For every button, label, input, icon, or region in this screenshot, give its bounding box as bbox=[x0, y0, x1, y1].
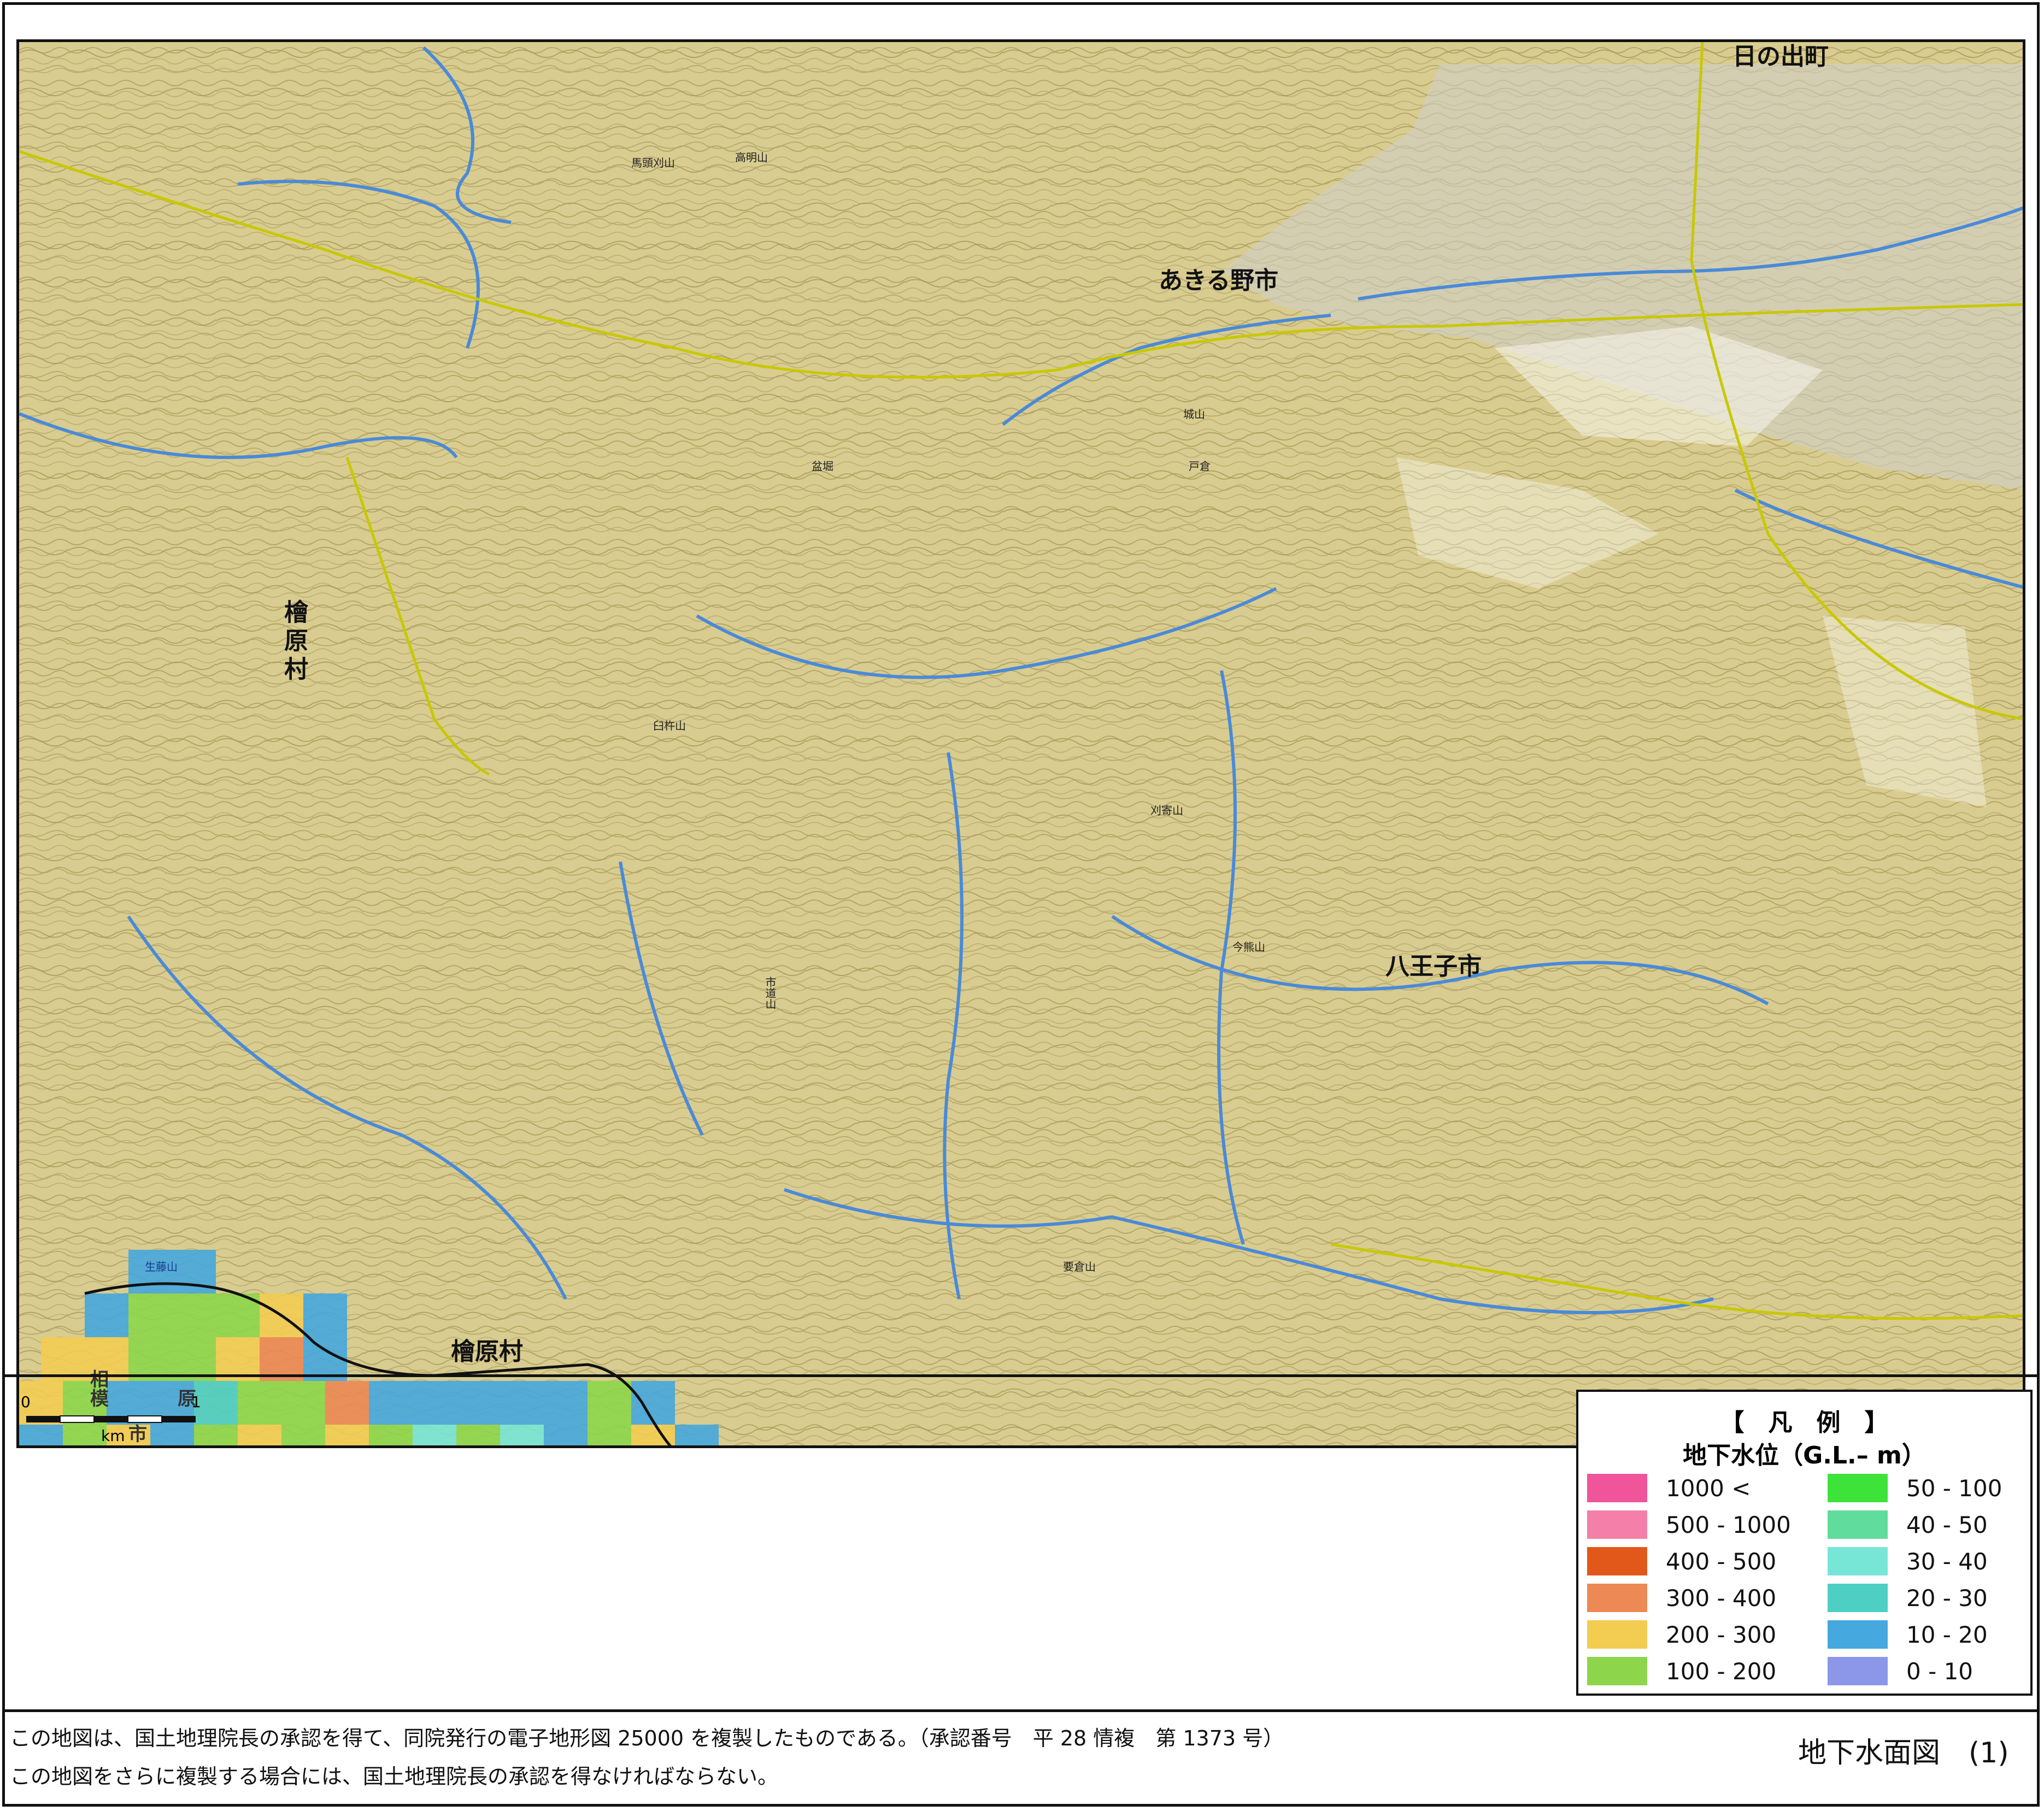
legend-item: 500 - 1000 bbox=[1587, 1510, 1791, 1539]
legend-swatch bbox=[1587, 1547, 1647, 1575]
scale-start: 0 bbox=[21, 1393, 31, 1411]
legend-label: 100 - 200 bbox=[1666, 1657, 1777, 1685]
legend-label: 0 - 10 bbox=[1906, 1657, 1973, 1685]
legend-label: 400 - 500 bbox=[1666, 1548, 1777, 1575]
legend-swatch bbox=[1828, 1474, 1888, 1502]
legend-swatch bbox=[1587, 1657, 1647, 1685]
mountain-label: 戸倉 bbox=[1189, 460, 1211, 473]
mountain-label: 臼杵山 bbox=[653, 719, 686, 732]
legend-subtitle: 地下水位（G.L.– m） bbox=[1683, 1442, 1926, 1469]
place-hinohara-south: 檜原村 bbox=[451, 1338, 523, 1366]
legend-item: 30 - 40 bbox=[1828, 1547, 1988, 1575]
legend-item: 100 - 200 bbox=[1587, 1657, 1776, 1685]
mountain-label: 城山 bbox=[1183, 408, 1205, 421]
legend-item: 0 - 10 bbox=[1828, 1657, 1973, 1685]
legend: 【 凡 例 】 地下水位（G.L.– m） 1000 < 500 - 1000 40… bbox=[1576, 1390, 2033, 1696]
legend-item: 10 - 20 bbox=[1828, 1620, 1988, 1649]
legend-swatch bbox=[1828, 1584, 1888, 1612]
scale-bar: 0 1 km bbox=[11, 1393, 208, 1451]
map-divider-line bbox=[4, 1374, 2040, 1377]
mountain-label: 今熊山 bbox=[1232, 940, 1265, 954]
legend-item: 200 - 300 bbox=[1587, 1620, 1776, 1649]
legend-item: 400 - 500 bbox=[1587, 1547, 1776, 1575]
legend-swatch bbox=[1828, 1620, 1888, 1649]
legend-label: 10 - 20 bbox=[1906, 1621, 1988, 1648]
mountain-label: 馬頭刈山 bbox=[631, 156, 675, 169]
legend-item: 40 - 50 bbox=[1828, 1510, 1988, 1539]
legend-swatch bbox=[1828, 1510, 1888, 1539]
mountain-label: 要倉山 bbox=[1063, 1260, 1096, 1273]
legend-item: 20 - 30 bbox=[1828, 1584, 1988, 1612]
reproduction-note: この地図をさらに複製する場合には、国土地理院長の承認を得なければならない。 bbox=[10, 1765, 779, 1789]
copyright-note: この地図は、国土地理院長の承認を得て、同院発行の電子地形図 25000 を複製し… bbox=[10, 1726, 1284, 1750]
legend-item: 300 - 400 bbox=[1587, 1584, 1776, 1612]
place-sagamihara-2: 模 bbox=[90, 1388, 109, 1410]
mountain-label: 刈寄山 bbox=[1150, 804, 1183, 817]
legend-swatch bbox=[1587, 1620, 1647, 1649]
legend-label: 50 - 100 bbox=[1906, 1474, 2002, 1502]
legend-label: 200 - 300 bbox=[1666, 1621, 1777, 1648]
footer-divider bbox=[5, 1709, 2039, 1712]
figure-title: 地下水面図 (1) bbox=[1798, 1737, 2009, 1769]
legend-item: 50 - 100 bbox=[1828, 1474, 2002, 1502]
legend-label: 500 - 1000 bbox=[1666, 1511, 1791, 1538]
legend-label: 40 - 50 bbox=[1906, 1511, 1988, 1538]
place-hinode: 日の出町 bbox=[1732, 43, 1829, 70]
place-hinohara: 檜原村 bbox=[280, 599, 308, 685]
topographic-map[interactable]: 日の出町 あきる野市 檜原村 檜原村 八王子市 相 模 原 市 馬頭刈山 高明山… bbox=[16, 39, 2025, 1448]
place-akiruno: あきる野市 bbox=[1159, 267, 1279, 295]
map-canvas bbox=[19, 42, 2023, 1445]
mountain-label: 市道山 bbox=[763, 977, 777, 1009]
legend-title: 【 凡 例 】 bbox=[1720, 1409, 1889, 1437]
legend-label: 30 - 40 bbox=[1906, 1548, 1988, 1575]
legend-label: 300 - 400 bbox=[1666, 1584, 1777, 1612]
legend-swatch bbox=[1587, 1584, 1647, 1612]
legend-swatch bbox=[1828, 1657, 1888, 1685]
legend-label: 1000 < bbox=[1666, 1474, 1751, 1502]
mountain-label: 盆堀 bbox=[812, 460, 833, 473]
mountain-label: 高明山 bbox=[735, 151, 768, 164]
mountain-label: 生藤山 bbox=[145, 1260, 178, 1273]
legend-swatch bbox=[1587, 1510, 1647, 1539]
legend-swatch bbox=[1828, 1547, 1888, 1575]
scale-unit: km bbox=[101, 1427, 125, 1445]
legend-swatch bbox=[1587, 1474, 1647, 1502]
scale-end: 1 bbox=[191, 1393, 201, 1411]
legend-item: 1000 < bbox=[1587, 1474, 1751, 1502]
place-hachioji: 八王子市 bbox=[1385, 952, 1482, 980]
legend-label: 20 - 30 bbox=[1906, 1584, 1988, 1612]
